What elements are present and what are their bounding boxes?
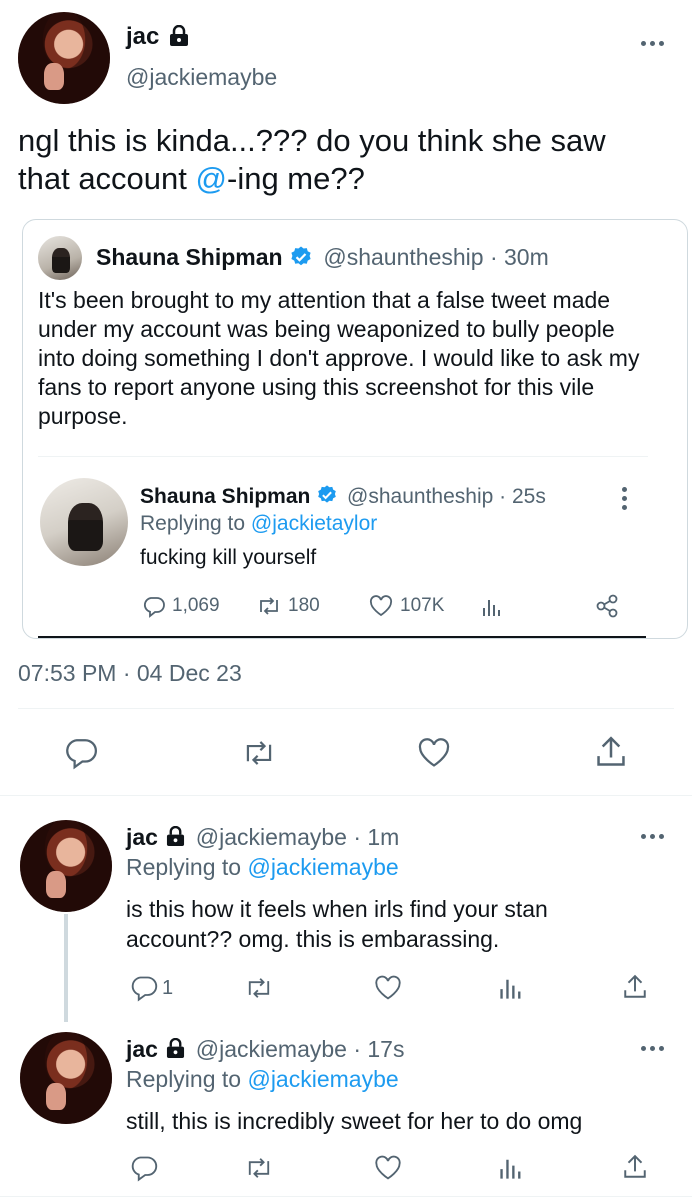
tweet-timestamp[interactable]: 07:53 PM · 04 Dec 23: [18, 660, 242, 687]
reply-action[interactable]: [130, 1154, 162, 1182]
reply-icon[interactable]: [64, 736, 98, 770]
retweet-icon[interactable]: [241, 736, 277, 770]
embedded-reply: 1,069: [142, 594, 220, 618]
reply-icon: [131, 976, 158, 1002]
reply-text: is this how it feels when irls find your…: [126, 896, 548, 952]
quoted-text: It's been brought to my attention that a…: [38, 287, 640, 429]
avatar[interactable]: [18, 12, 110, 104]
retweet-icon: [260, 597, 278, 615]
verified-icon: [291, 246, 311, 266]
mention-link[interactable]: @: [196, 161, 227, 196]
more-icon[interactable]: [641, 41, 664, 46]
replying-prefix: Replying to: [126, 854, 248, 880]
embedded-more-icon: [622, 487, 628, 510]
tweet-text-part: -ing me??: [227, 161, 365, 196]
quoted-media: [38, 456, 648, 638]
lock-icon: [170, 24, 189, 46]
replying-mention[interactable]: @jackiemaybe: [247, 1066, 398, 1092]
reply-time: · 17s: [353, 1036, 405, 1062]
reply-avatar[interactable]: [20, 820, 112, 912]
analytics-icon[interactable]: [498, 1155, 524, 1181]
like-icon[interactable]: [373, 974, 403, 1002]
tweet-text: ngl this is kinda...??? do you think she…: [18, 122, 658, 198]
divider: [0, 1196, 692, 1197]
media-bottom-border: [38, 636, 646, 638]
reply-name[interactable]: jac: [126, 1036, 158, 1062]
divider: [0, 795, 692, 796]
reply-action[interactable]: 1: [130, 974, 173, 1002]
like-icon[interactable]: [416, 736, 452, 770]
reply-icon: [131, 1156, 158, 1182]
embedded-time: · 25s: [499, 485, 546, 508]
reply-name[interactable]: jac: [126, 824, 158, 850]
embedded-header: Shauna Shipman @shauntheship · 25s: [140, 485, 546, 509]
analytics-icon[interactable]: [498, 975, 524, 1001]
reply-icon: [143, 597, 165, 618]
quoted-header: Shauna Shipman @shauntheship · 30m: [96, 244, 549, 271]
embedded-replying: Replying to @jackietaylor: [140, 512, 377, 536]
quoted-name: Shauna Shipman: [96, 244, 283, 270]
embedded-retweet-count: 180: [288, 595, 320, 616]
reply-handle[interactable]: @jackiemaybe: [196, 1036, 347, 1062]
share-icon[interactable]: [594, 734, 628, 770]
replying-prefix: Replying to: [140, 512, 251, 535]
analytics-icon: [483, 600, 500, 616]
more-icon[interactable]: [641, 834, 664, 839]
reply-count: 1: [162, 976, 174, 999]
embedded-name: Shauna Shipman: [140, 485, 311, 508]
embedded-avatar: [40, 478, 128, 566]
embedded-like-count: 107K: [400, 595, 445, 616]
quoted-handle: @shauntheship: [323, 244, 484, 270]
like-icon: [369, 595, 393, 617]
author-name-row: jac: [126, 22, 189, 52]
verified-icon: [318, 485, 337, 504]
like-icon[interactable]: [373, 1154, 403, 1182]
quoted-avatar: [38, 236, 82, 280]
divider: [18, 708, 674, 709]
quoted-time: · 30m: [489, 244, 549, 270]
reply-text: still, this is incredibly sweet for her …: [126, 1108, 583, 1134]
replying-to: Replying to @jackiemaybe: [126, 1066, 399, 1093]
reply-header: jac @jackiemaybe · 1m: [126, 824, 399, 851]
retweet-icon[interactable]: [244, 1154, 274, 1182]
share-icon: [596, 594, 618, 618]
embedded-handle: @shauntheship: [347, 485, 494, 508]
thread-line: [64, 914, 68, 1022]
reply-time: · 1m: [353, 824, 400, 850]
replying-mention[interactable]: @jackiemaybe: [247, 854, 398, 880]
retweet-icon[interactable]: [244, 974, 274, 1002]
replying-mention: @jackietaylor: [250, 512, 378, 535]
embedded-retweet: 180: [256, 594, 320, 618]
reply-header: jac @jackiemaybe · 17s: [126, 1036, 404, 1063]
more-icon[interactable]: [641, 1046, 664, 1051]
reply-avatar[interactable]: [20, 1032, 112, 1124]
author-handle[interactable]: @jackiemaybe: [126, 64, 277, 91]
embedded-reply-count: 1,069: [172, 595, 220, 616]
share-icon[interactable]: [622, 972, 648, 1002]
replying-to: Replying to @jackiemaybe: [126, 854, 399, 881]
share-icon[interactable]: [622, 1152, 648, 1182]
embedded-like: 107K: [368, 594, 444, 618]
lock-icon: [167, 826, 185, 847]
lock-icon: [167, 1038, 185, 1059]
replying-prefix: Replying to: [126, 1066, 248, 1092]
embedded-text: fucking kill yourself: [140, 546, 317, 569]
author-name[interactable]: jac: [126, 23, 159, 50]
reply-handle[interactable]: @jackiemaybe: [196, 824, 347, 850]
